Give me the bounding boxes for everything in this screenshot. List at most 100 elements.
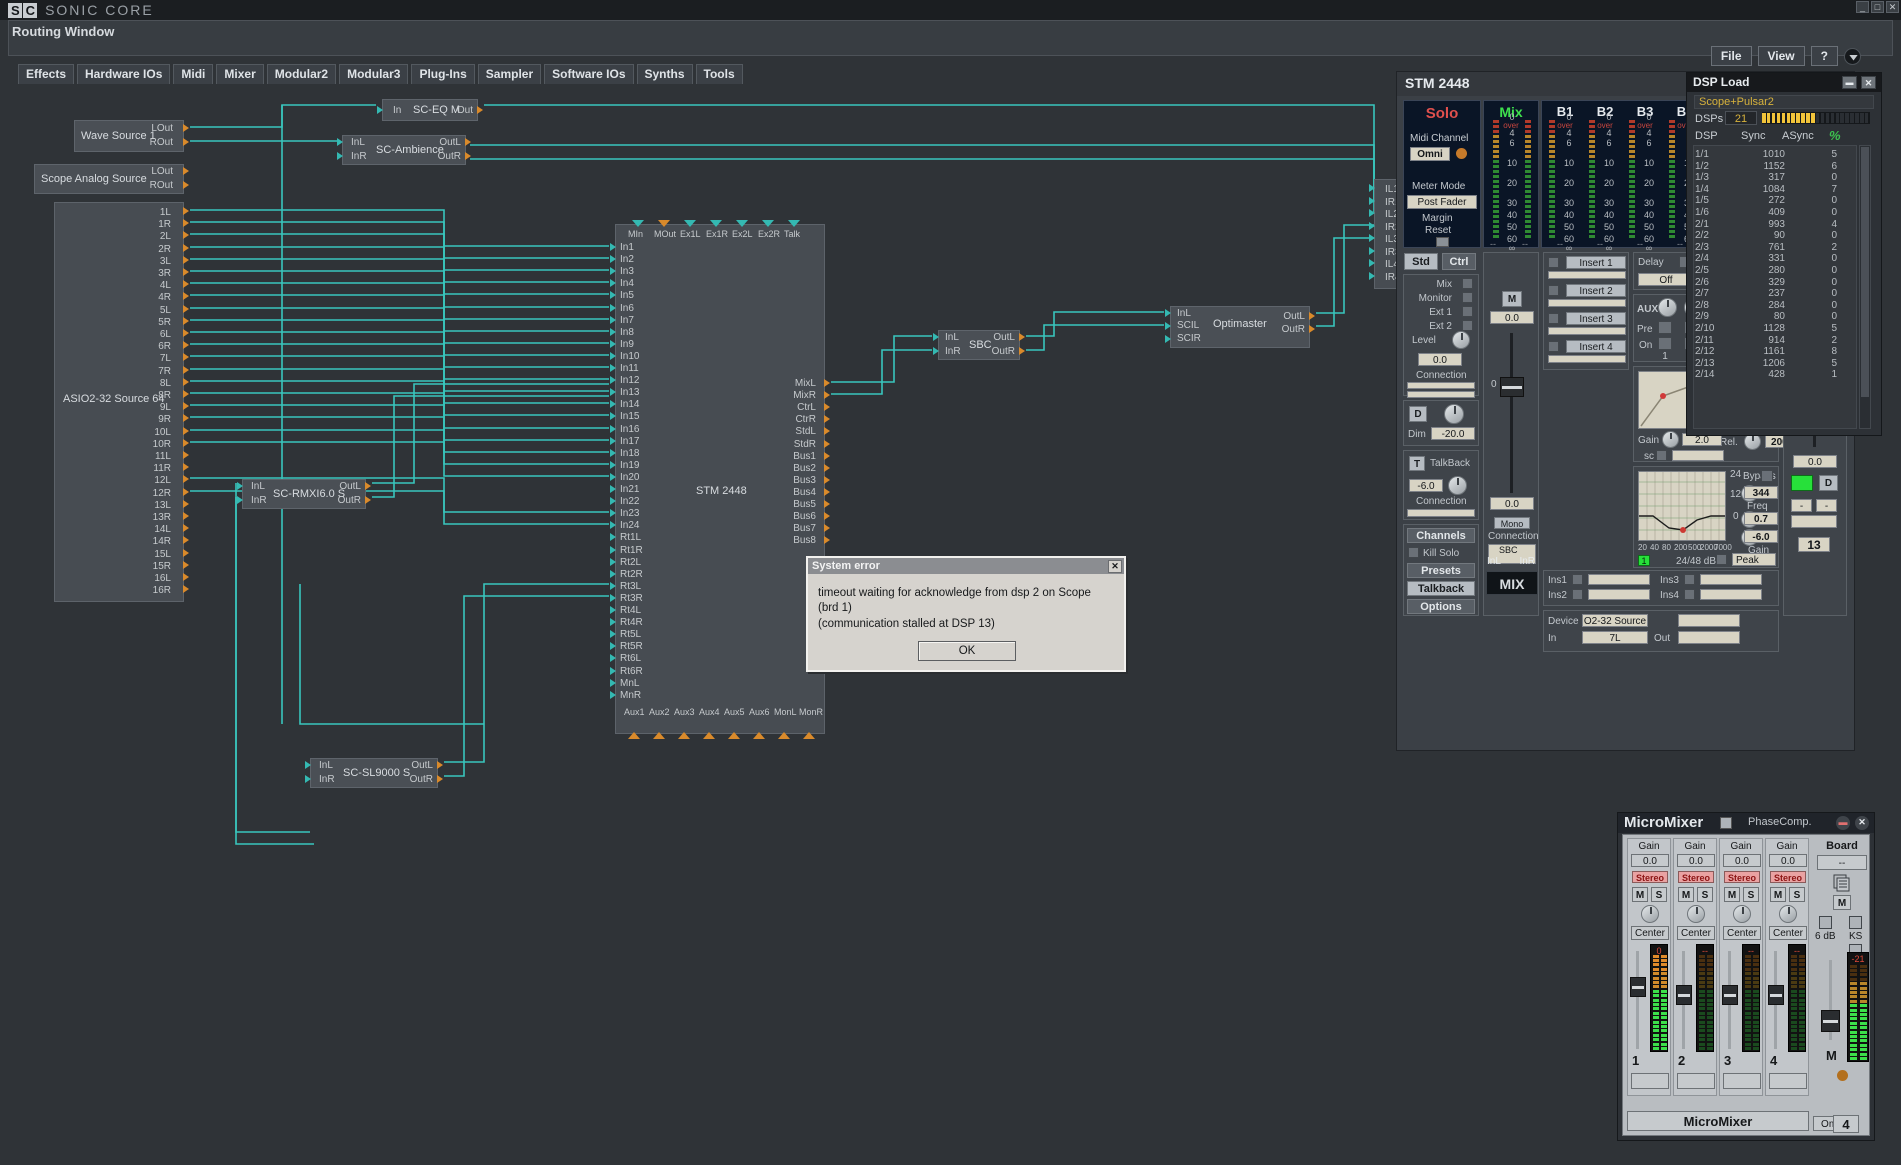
pin-top-ex1r[interactable] [710,220,722,227]
pin-in-l[interactable] [237,482,243,490]
stm-pin-in-in10[interactable] [610,351,616,360]
dsp-table-row[interactable]: 2/6 329 0 [1695,277,1855,289]
pin-out-r[interactable] [183,181,189,189]
talkback-enable-button[interactable]: T [1409,456,1425,471]
pin-out-13l[interactable] [183,499,189,508]
pin-in-r[interactable] [237,496,243,504]
pin-in-ir3[interactable] [1369,246,1375,255]
channel-stereo-button[interactable]: Stereo [1724,871,1760,883]
monitor-check-monitor[interactable] [1462,292,1473,303]
module-optimaster[interactable]: InL SCIL SCIR Optimaster OutL OutR [1165,306,1315,348]
pin-out-r[interactable] [1309,325,1315,333]
channel-name-slot[interactable] [1677,1073,1715,1089]
pin-out-9l[interactable] [183,402,189,411]
stm-pin-out-stdr[interactable] [824,439,830,448]
channel-gain-value[interactable]: 0.0 [1631,854,1669,867]
module-asio2-32-source-64[interactable]: ASIO2-32 Source 64 1L 1R 2L 2R 3L 3R 4L 4R 5L 5R 6… [54,202,189,602]
stm-pin-in-in15[interactable] [610,412,616,421]
pin-out-l[interactable] [1019,333,1025,341]
channel-pan-value[interactable]: Center [1631,926,1669,940]
dsp-scrollbar[interactable] [1859,145,1871,429]
pin-out-5r[interactable] [183,316,189,325]
channel-solo-button[interactable]: S [1789,887,1805,902]
pin-in-l[interactable] [933,333,939,341]
tab-modular2[interactable]: Modular2 [266,64,337,85]
ins4-slot[interactable] [1700,589,1762,600]
dsp-table-row[interactable]: 1/6 409 0 [1695,207,1855,219]
stm-pin-in-mnl[interactable] [610,678,616,687]
dsp-table-row[interactable]: 1/3 317 0 [1695,172,1855,184]
tab-midi[interactable]: Midi [173,64,214,85]
channel-pan-value[interactable]: Center [1677,926,1715,940]
stm-pin-in-rt2r[interactable] [610,569,616,578]
right-col-number[interactable]: 13 [1798,537,1830,552]
channel-mute-button[interactable]: M [1632,887,1648,902]
dsp-table-row[interactable]: 2/5 280 0 [1695,265,1855,277]
aux-on-button-1[interactable] [1658,337,1672,350]
dsp-table-row[interactable]: 2/14 428 1 [1695,369,1855,381]
pin-out-4l[interactable] [183,280,189,289]
micromixer-channel-1[interactable]: Gain 0.0 Stereo M S Center 0 1 [1627,838,1671,1096]
pin-out-12r[interactable] [183,487,189,496]
tab-effects[interactable]: Effects [18,64,75,85]
stm-pin-in-in6[interactable] [610,303,616,312]
pin-in-r[interactable] [305,775,311,783]
stm-pin-in-rt4r[interactable] [610,618,616,627]
midi-channel-value[interactable]: Omni [1410,147,1450,161]
micromixer-close-icon[interactable]: ✕ [1855,816,1869,830]
channel-name-slot[interactable] [1723,1073,1761,1089]
monitor-connection-slot-2[interactable] [1407,391,1475,398]
pin-in-il2[interactable] [1369,209,1375,217]
pin-out[interactable] [477,106,483,114]
sc-checkbox[interactable] [1656,450,1667,461]
channel-fader-handle[interactable] [1768,985,1784,1005]
dropdown-knob-icon[interactable] [1844,47,1861,65]
pin-in-l[interactable] [1165,309,1171,317]
device-in-value[interactable]: 7L [1582,631,1648,644]
insert-3-checkbox[interactable] [1548,313,1559,324]
stm-pin-out-ctrl[interactable] [824,403,830,412]
meter-mode-value[interactable]: Post Fader [1407,195,1477,209]
micromixer-footer-number[interactable]: 4 [1833,1115,1859,1133]
channel-pan-value[interactable]: Center [1769,926,1807,940]
channel-mute-button[interactable]: M [1724,887,1740,902]
stm-pin-out-bus8[interactable] [824,536,830,545]
device-value[interactable]: O2-32 Source [1582,614,1648,627]
dsp-minimize-icon[interactable]: ▬ [1842,76,1857,89]
channel-gain-value[interactable]: 0.0 [1723,854,1761,867]
dsp-table-row[interactable]: 2/9 80 0 [1695,311,1855,323]
pin-out-10l[interactable] [183,426,189,435]
stm-pin-out-bus3[interactable] [824,475,830,484]
stm-pin-bottom-aux6[interactable] [753,732,765,739]
ctrl-button[interactable]: Ctrl [1442,253,1476,270]
pin-in-ir1[interactable] [1369,196,1375,205]
channel-solo-button[interactable]: S [1743,887,1759,902]
stm-pin-in-in13[interactable] [610,388,616,397]
close-icon[interactable]: ✕ [1886,1,1899,13]
dsp-table-row[interactable]: 1/5 272 0 [1695,195,1855,207]
monitor-check-mix[interactable] [1462,278,1473,289]
right-col-value[interactable]: 0.0 [1793,455,1837,468]
pin-out-15r[interactable] [183,560,189,569]
stm-pin-in-in5[interactable] [610,291,616,300]
pin-top-min[interactable] [632,220,644,227]
channel-fader-handle[interactable] [1722,985,1738,1005]
module-wave-source-1[interactable]: Wave Source 1 LOut ROut [74,120,189,152]
options-button[interactable]: Options [1407,599,1475,614]
dsp-table-row[interactable]: 2/12 1161 8 [1695,346,1855,358]
dsp-load-window[interactable]: DSP Load ▬ ✕ Scope+Pulsar2 DSPs 21 DSP S… [1686,72,1882,436]
micromixer-footer-name[interactable]: MicroMixer [1627,1111,1809,1131]
insert-3-slot[interactable] [1548,327,1626,335]
pin-out-13r[interactable] [183,512,189,520]
menu-file[interactable]: File [1710,46,1752,66]
stm-pin-in-rt3l[interactable] [610,581,616,590]
dsp-table-row[interactable]: 2/7 237 0 [1695,288,1855,300]
insert-2-checkbox[interactable] [1548,285,1559,296]
board-value[interactable]: -- [1817,855,1867,870]
stm-pin-out-bus2[interactable] [824,463,830,472]
pin-in-ir4[interactable] [1369,271,1375,280]
menu-view[interactable]: View [1757,46,1805,66]
insert-2-slot[interactable] [1548,299,1626,307]
channel-gain-value[interactable]: 0.0 [1677,854,1715,867]
stm-pin-out-bus1[interactable] [824,451,830,460]
